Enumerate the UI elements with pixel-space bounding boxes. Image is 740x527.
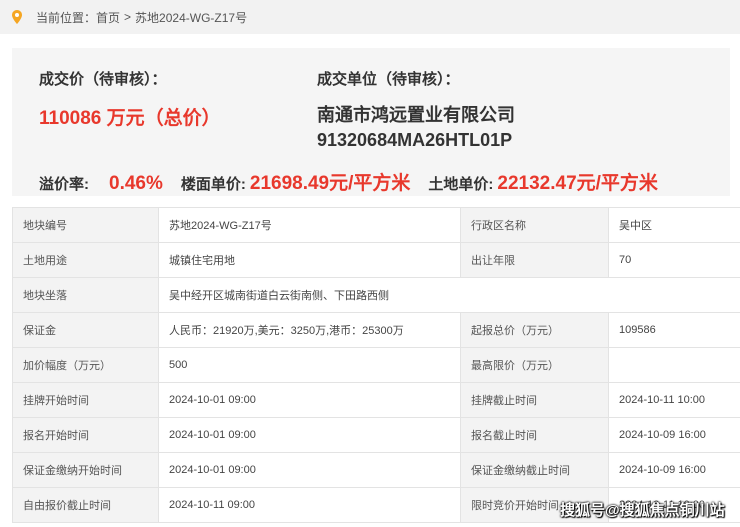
watermark-text: 搜狐号@搜狐焦点铜川站 (560, 502, 725, 519)
buyer-name: 南通市鸿远置业有限公司 (317, 105, 515, 125)
table-value: 500 (158, 347, 461, 383)
table-row: 加价幅度（万元） 500 最高限价（万元） (12, 347, 740, 383)
table-value: 2024-10-09 16:00 (608, 417, 740, 453)
table-key: 地块编号 (12, 207, 159, 243)
buyer-credit-code: 91320684MA26HTL01P (317, 130, 513, 150)
table-value: 吴中区 (608, 207, 740, 243)
land-info-table: 地块编号 苏地2024-WG-Z17号 行政区名称 吴中区 土地用途 城镇住宅用… (12, 207, 740, 523)
buyer-label: 成交单位（待审核）： (317, 71, 460, 88)
table-row: 报名开始时间 2024-10-01 09:00 报名截止时间 2024-10-0… (12, 417, 740, 453)
breadcrumb-separator: > (124, 10, 132, 24)
land-price-value: 22132.47元/平方米 (497, 173, 658, 194)
table-value: 人民币：21920万,美元：3250万,港币：25300万 (158, 312, 461, 348)
table-row: 土地用途 城镇住宅用地 出让年限 70 (12, 242, 740, 278)
breadcrumb-home-link[interactable]: 首页 (96, 9, 120, 26)
table-row: 保证金缴纳开始时间 2024-10-01 09:00 保证金缴纳截止时间 202… (12, 452, 740, 488)
table-row: 挂牌开始时间 2024-10-01 09:00 挂牌截止时间 2024-10-1… (12, 382, 740, 418)
table-value: 2024-10-09 16:00 (608, 452, 740, 488)
price-stats-row: 溢价率: 0.46% 楼面单价: 21698.49元/平方米 土地单价: 221… (39, 168, 658, 195)
land-price-label: 土地单价: (428, 176, 494, 193)
table-value (608, 347, 740, 383)
premium-rate-value: 0.46% (109, 173, 163, 194)
table-key: 挂牌截止时间 (460, 382, 609, 418)
table-value: 2024-10-11 09:00 (158, 487, 461, 523)
breadcrumb: 当前位置： 首页 > 苏地2024-WG-Z17号 (0, 0, 740, 34)
table-key: 最高限价（万元） (460, 347, 609, 383)
premium-rate-label: 溢价率: (39, 176, 89, 193)
table-key: 出让年限 (460, 242, 609, 278)
deal-price-label: 成交价（待审核）： (39, 71, 167, 88)
table-row: 保证金 人民币：21920万,美元：3250万,港币：25300万 起报总价（万… (12, 312, 740, 348)
table-key: 报名开始时间 (12, 417, 159, 453)
deal-summary-panel: 成交价（待审核）： 110086 万元（总价） 成交单位（待审核）： 南通市鸿远… (12, 48, 730, 196)
table-value: 城镇住宅用地 (158, 242, 461, 278)
table-key: 加价幅度（万元） (12, 347, 159, 383)
table-key: 保证金缴纳开始时间 (12, 452, 159, 488)
table-key: 地块坐落 (12, 277, 159, 313)
table-value: 吴中经开区城南街道白云街南侧、下田路西侧 (158, 277, 740, 313)
table-value: 苏地2024-WG-Z17号 (158, 207, 461, 243)
table-row: 地块坐落 吴中经开区城南街道白云街南侧、下田路西侧 (12, 277, 740, 313)
table-value: 2024-10-01 09:00 (158, 452, 461, 488)
table-key: 土地用途 (12, 242, 159, 278)
table-key: 自由报价截止时间 (12, 487, 159, 523)
floor-price-label: 楼面单价: (180, 176, 246, 193)
table-value: 2024-10-01 09:00 (158, 382, 461, 418)
table-value: 2024-10-01 09:00 (158, 417, 461, 453)
table-value: 70 (608, 242, 740, 278)
table-key: 报名截止时间 (460, 417, 609, 453)
table-key: 挂牌开始时间 (12, 382, 159, 418)
table-row: 地块编号 苏地2024-WG-Z17号 行政区名称 吴中区 (12, 207, 740, 243)
breadcrumb-current: 苏地2024-WG-Z17号 (135, 10, 248, 25)
floor-price-value: 21698.49元/平方米 (249, 173, 411, 194)
table-key: 保证金缴纳截止时间 (460, 452, 609, 488)
deal-price-value: 110086 万元（总价） (39, 108, 221, 129)
table-key: 保证金 (12, 312, 159, 348)
table-key: 起报总价（万元） (460, 312, 609, 348)
breadcrumb-prefix: 当前位置： (36, 10, 97, 25)
table-key: 行政区名称 (460, 207, 609, 243)
location-pin-icon (12, 10, 22, 24)
table-value: 109586 (608, 312, 740, 348)
table-value: 2024-10-11 10:00 (608, 382, 740, 418)
